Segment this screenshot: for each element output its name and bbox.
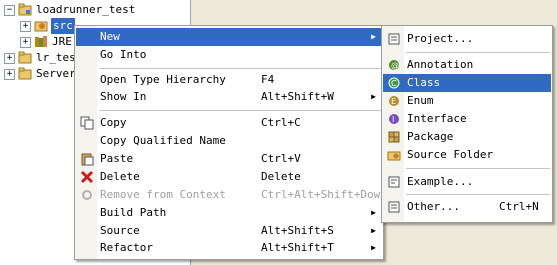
menu-item-accelerator: Alt+Shift+W xyxy=(261,90,334,103)
menu-item-copy-qualified-name[interactable]: Copy Qualified Name xyxy=(76,132,382,150)
package-icon xyxy=(388,131,400,143)
svg-text:E: E xyxy=(391,97,396,106)
menu-item-accelerator: Delete xyxy=(261,170,301,183)
menu-separator xyxy=(99,68,381,69)
svg-text:@: @ xyxy=(391,61,399,70)
source-folder-icon xyxy=(387,151,401,161)
menu-item-label: New xyxy=(100,30,120,43)
menu-item-label: Open Type Hierarchy xyxy=(100,73,226,86)
menu-item-label: Class xyxy=(407,76,441,89)
menu-item-label: Project... xyxy=(407,32,474,45)
enum-icon: E xyxy=(389,96,399,106)
submenu-arrow-icon: ▶ xyxy=(371,243,376,252)
submenu-arrow-icon: ▶ xyxy=(371,208,376,217)
menu-item-label: Paste xyxy=(100,152,134,165)
submenu-item-class[interactable]: C Class xyxy=(383,74,551,92)
submenu-item-annotation[interactable]: @ Annotation xyxy=(383,56,551,74)
menu-item-label: Remove from Context xyxy=(100,188,226,201)
tree-item-label: loadrunner_test xyxy=(36,3,136,16)
menu-separator xyxy=(99,110,381,111)
menu-item-label: Annotation xyxy=(407,58,474,71)
submenu-item-example[interactable]: Example... xyxy=(383,173,551,191)
menu-item-accelerator: Ctrl+Alt+Shift+Down xyxy=(261,188,387,201)
menu-item-source[interactable]: Source Alt+Shift+S ▶ xyxy=(76,222,382,240)
submenu-item-enum[interactable]: E Enum xyxy=(383,92,551,110)
expand-toggle[interactable]: + xyxy=(20,37,31,48)
menu-item-label: Build Path xyxy=(100,206,167,219)
submenu-item-interface[interactable]: I Interface xyxy=(383,110,551,128)
other-wizard-icon xyxy=(388,201,400,213)
expand-toggle[interactable]: + xyxy=(4,69,15,80)
menu-item-label: Refactor xyxy=(100,241,153,254)
expand-toggle[interactable]: + xyxy=(20,21,31,32)
menu-separator xyxy=(406,52,550,53)
class-icon: C xyxy=(388,77,400,89)
interface-icon: I xyxy=(389,114,399,124)
submenu-item-other[interactable]: Other... Ctrl+N xyxy=(383,198,551,216)
menu-item-show-in[interactable]: Show In Alt+Shift+W ▶ xyxy=(76,88,382,106)
library-icon xyxy=(35,36,47,47)
submenu-arrow-icon: ▶ xyxy=(371,226,376,235)
source-folder-icon xyxy=(34,21,48,32)
menu-item-label: Copy Qualified Name xyxy=(100,134,226,147)
menu-item-accelerator: Alt+Shift+T xyxy=(261,241,334,254)
menu-item-go-into[interactable]: Go Into xyxy=(76,46,382,64)
menu-item-open-type-hierarchy[interactable]: Open Type Hierarchy F4 xyxy=(76,71,382,89)
annotation-icon: @ xyxy=(389,60,399,70)
remove-context-icon xyxy=(82,190,92,200)
submenu-item-package[interactable]: Package xyxy=(383,128,551,146)
menu-item-label: Show In xyxy=(100,90,147,103)
menu-item-accelerator: Alt+Shift+S xyxy=(261,224,334,237)
menu-separator xyxy=(406,168,550,169)
svg-text:I: I xyxy=(392,115,394,124)
menu-item-label: Delete xyxy=(100,170,140,183)
project-folder-icon xyxy=(18,3,32,16)
submenu-item-source-folder[interactable]: Source Folder xyxy=(383,146,551,164)
menu-item-label: Source xyxy=(100,224,140,237)
example-icon xyxy=(388,176,400,188)
menu-item-accelerator: Ctrl+C xyxy=(261,116,301,129)
menu-item-paste[interactable]: Paste Ctrl+V xyxy=(76,150,382,168)
project-folder-icon xyxy=(18,51,32,64)
menu-item-label: Source Folder xyxy=(407,148,494,161)
delete-icon xyxy=(80,170,94,184)
svg-text:C: C xyxy=(391,79,397,88)
menu-item-label: Go Into xyxy=(100,48,147,61)
menu-item-label: Example... xyxy=(407,175,474,188)
expand-toggle[interactable]: + xyxy=(4,53,15,64)
menu-item-remove-from-context[interactable]: Remove from Context Ctrl+Alt+Shift+Down xyxy=(76,186,387,204)
submenu-arrow-icon: ▶ xyxy=(371,32,376,41)
menu-separator xyxy=(406,194,550,195)
submenu-item-project[interactable]: Project... xyxy=(383,30,551,48)
new-submenu: Project... @ Annotation C Class E Enum I… xyxy=(381,25,553,223)
menu-item-new[interactable]: New ▶ xyxy=(76,28,382,46)
context-menu: New ▶ Go Into Open Type Hierarchy F4 Sho… xyxy=(74,25,387,260)
menu-item-label: Other... xyxy=(407,200,460,213)
new-project-icon xyxy=(388,33,400,45)
menu-item-delete[interactable]: Delete Delete xyxy=(76,168,382,186)
menu-item-accelerator: Ctrl+V xyxy=(261,152,301,165)
menu-item-copy[interactable]: Copy Ctrl+C xyxy=(76,114,382,132)
menu-item-label: Interface xyxy=(407,112,467,125)
menu-item-label: Package xyxy=(407,130,454,143)
menu-item-label: Copy xyxy=(100,116,127,129)
menu-item-build-path[interactable]: Build Path ▶ xyxy=(76,204,382,222)
tree-item-label: src xyxy=(51,18,75,34)
menu-item-refactor[interactable]: Refactor Alt+Shift+T ▶ xyxy=(76,239,382,257)
folder-icon xyxy=(18,67,32,80)
copy-icon xyxy=(80,116,94,130)
submenu-arrow-icon: ▶ xyxy=(371,92,376,101)
collapse-toggle[interactable]: − xyxy=(4,5,15,16)
tree-item-label: JRE xyxy=(52,35,72,48)
paste-icon xyxy=(81,153,94,166)
menu-item-accelerator: Ctrl+N xyxy=(499,200,539,213)
menu-item-accelerator: F4 xyxy=(261,73,275,86)
menu-item-label: Enum xyxy=(407,94,434,107)
